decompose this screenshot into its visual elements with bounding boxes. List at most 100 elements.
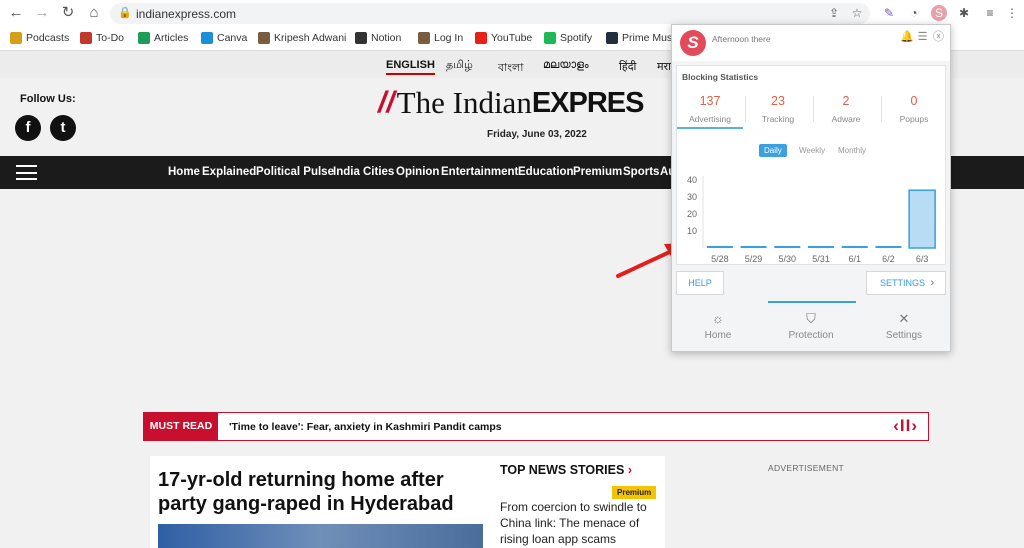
podcast-icon <box>10 32 22 44</box>
menu-item[interactable]: Opinion <box>396 166 439 178</box>
stats-title: Blocking Statistics <box>682 72 759 82</box>
stat-value: 23 <box>771 94 785 108</box>
menu-item[interactable]: Sports <box>623 166 659 178</box>
popup-nav: ☼ Home ⛉ Protection ✕ Settings <box>672 301 950 351</box>
settings-button-label: SETTINGS <box>880 278 926 288</box>
avatar-icon <box>418 32 430 44</box>
youtube-icon <box>475 32 487 44</box>
shield-icon: ⛉ <box>806 311 816 326</box>
site-logo[interactable]: // The Indian EXPRES <box>378 85 644 120</box>
bookmark-item[interactable]: Notion <box>355 32 401 44</box>
bookmark-item[interactable]: Spotify <box>544 32 592 44</box>
prime-music-icon <box>606 32 618 44</box>
back-button[interactable]: ← <box>6 4 26 22</box>
bookmark-item[interactable]: Kripesh Adwani <box>258 32 346 44</box>
help-button[interactable]: HELP <box>676 271 724 295</box>
blocking-stats-panel: Blocking Statistics 137 Advertising 23 T… <box>676 65 946 265</box>
logo-text-serif: The Indian <box>396 85 532 120</box>
url-text: indianexpress.com <box>136 7 237 21</box>
period-monthly[interactable]: Monthly <box>833 144 871 157</box>
share-icon[interactable]: ⇪ <box>826 5 842 21</box>
stat-adware[interactable]: 2 Adware <box>813 94 879 124</box>
chart-bar <box>740 246 767 248</box>
logo-mark-icon: // <box>378 86 395 119</box>
puzzle-icon[interactable]: ✱ <box>956 5 972 21</box>
reading-list-icon[interactable]: ≡ <box>982 5 998 21</box>
stat-value: 2 <box>842 94 850 108</box>
reload-button[interactable]: ↻ <box>58 4 78 22</box>
bookmark-item[interactable]: Prime Music <box>606 32 680 44</box>
top-news-heading[interactable]: TOP NEWS STORIES › <box>500 463 632 477</box>
bookmark-item[interactable]: YouTube <box>475 32 532 44</box>
stat-popups[interactable]: 0 Popups <box>881 94 947 124</box>
todo-icon <box>80 32 92 44</box>
menu-item[interactable]: India <box>333 166 360 178</box>
main-story-headline[interactable]: 17-yr-old returning home after party gan… <box>158 468 483 516</box>
nav-protection-label: Protection <box>788 330 834 341</box>
stat-label: Tracking <box>761 114 795 124</box>
menu-item[interactable]: Cities <box>363 166 394 178</box>
main-story-image[interactable] <box>158 524 483 548</box>
home-button[interactable]: ⌂ <box>84 4 104 22</box>
lang-tamil[interactable]: தமிழ் <box>446 59 473 73</box>
nav-protection[interactable]: ⛉ Protection <box>771 311 851 341</box>
top-news-title: TOP NEWS STORIES <box>500 463 625 477</box>
bookmark-label: Canva <box>217 32 248 44</box>
bookmark-label: Kripesh Adwani <box>274 32 347 44</box>
extension-icon[interactable]: ◔ <box>906 5 922 21</box>
period-weekly[interactable]: Weekly <box>794 144 830 157</box>
star-icon[interactable]: ☆ <box>849 5 865 21</box>
bell-icon[interactable]: 🔔 <box>900 31 914 44</box>
twitter-icon[interactable]: t <box>50 115 76 141</box>
premium-badge: Premium <box>612 486 657 499</box>
bookmark-item[interactable]: Log In <box>418 32 463 44</box>
menu-item[interactable]: Political Pulse <box>256 166 334 178</box>
stat-advertising[interactable]: 137 Advertising <box>677 94 743 129</box>
ticker-controls[interactable]: ‹II› <box>893 416 918 436</box>
lang-bangla[interactable]: বাংলা <box>498 59 523 78</box>
must-read-headline[interactable]: 'Time to leave': Fear, anxiety in Kashmi… <box>229 421 502 433</box>
stat-tracking[interactable]: 23 Tracking <box>745 94 811 124</box>
x-tick-label: 6/3 <box>916 254 929 264</box>
x-tick-label: 5/29 <box>745 254 763 264</box>
lang-marathi[interactable]: मरा <box>657 59 671 74</box>
popup-header: S Afternoon there 🔔 ☰ ⓧ <box>672 25 950 61</box>
menu-dots-icon[interactable]: ⋮ <box>1004 5 1020 21</box>
menu-item[interactable]: Entertainment <box>441 166 518 178</box>
menu-item[interactable]: Education <box>518 166 574 178</box>
lang-malayalam[interactable]: മലയാളം <box>543 59 589 72</box>
follow-us-label: Follow Us: <box>20 93 76 105</box>
advertisement-label: ADVERTISEMENT <box>768 463 845 473</box>
adblocker-extension-icon[interactable]: S <box>931 5 947 21</box>
bookmark-item[interactable]: Articles <box>138 32 188 44</box>
extension-logo-icon: S <box>680 30 706 56</box>
facebook-icon[interactable]: f <box>15 115 41 141</box>
forward-button[interactable]: → <box>32 4 52 22</box>
drive-icon <box>138 32 150 44</box>
notion-icon <box>355 32 367 44</box>
lang-hindi[interactable]: हिंदी <box>619 59 636 74</box>
side-story-headline[interactable]: From coercion to swindle to China link: … <box>500 499 655 547</box>
bookmark-item[interactable]: Canva <box>201 32 247 44</box>
menu-item[interactable]: Explained <box>202 166 256 178</box>
x-tick-label: 5/30 <box>779 254 797 264</box>
bookmark-label: Log In <box>434 32 464 44</box>
nav-settings[interactable]: ✕ Settings <box>864 311 944 341</box>
bookmark-item[interactable]: To-Do <box>80 32 124 44</box>
hamburger-menu-icon[interactable] <box>16 165 37 180</box>
period-daily[interactable]: Daily <box>759 144 787 157</box>
settings-button[interactable]: SETTINGS › <box>866 271 946 295</box>
page-date: Friday, June 03, 2022 <box>487 129 587 140</box>
menu-icon[interactable]: ☰ <box>916 31 929 44</box>
pen-extension-icon[interactable]: ✎ <box>881 5 897 21</box>
lang-english[interactable]: ENGLISH <box>386 59 435 75</box>
menu-item[interactable]: Premium <box>573 166 622 178</box>
menu-item[interactable]: Home <box>168 166 200 178</box>
nav-home[interactable]: ☼ Home <box>678 311 758 341</box>
address-bar[interactable]: 🔒 indianexpress.com <box>110 3 870 24</box>
close-icon[interactable]: ⓧ <box>932 31 945 44</box>
popup-body: Blocking Statistics 137 Advertising 23 T… <box>672 61 950 351</box>
spotify-icon <box>544 32 556 44</box>
lock-icon: 🔒 <box>118 7 132 19</box>
bookmark-item[interactable]: Podcasts <box>10 32 69 44</box>
